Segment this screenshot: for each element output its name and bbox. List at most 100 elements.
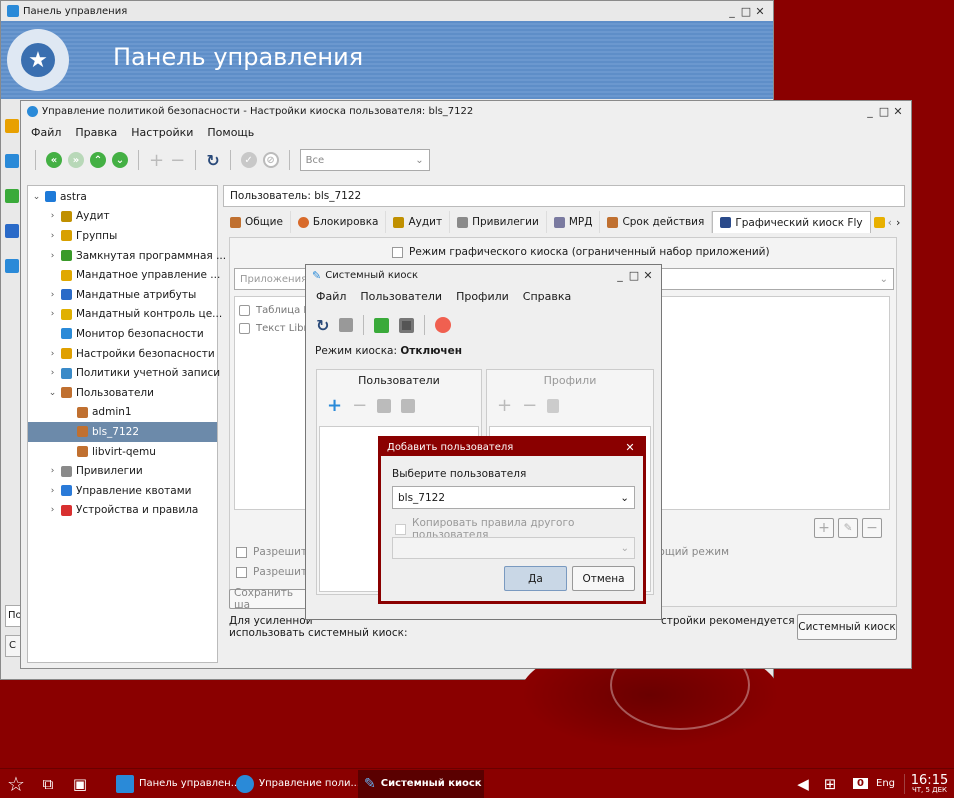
chevron-right-icon[interactable]: › <box>48 486 57 496</box>
ok-button[interactable]: Да <box>504 566 567 591</box>
kiosk-menu-users[interactable]: Пользователи <box>360 290 442 303</box>
edit-profile-icon[interactable] <box>547 398 560 413</box>
tab-audit[interactable]: Аудит <box>386 211 451 233</box>
chevron-down-icon[interactable]: ⌄ <box>48 388 57 398</box>
language-indicator[interactable]: Eng <box>876 778 904 789</box>
tree-item[interactable]: › Замкнутая программная ... <box>28 246 226 266</box>
windows-icon[interactable]: ⧉ <box>32 775 64 793</box>
add-app-button[interactable]: + <box>814 518 834 538</box>
user-select[interactable]: bls_7122 ⌄ <box>392 486 635 509</box>
control-panel-titlebar[interactable]: Панель управления _ □ ✕ <box>1 1 773 21</box>
tree-item[interactable]: bls_7122 <box>28 422 217 442</box>
pause-user-icon[interactable] <box>401 398 416 413</box>
cancel-button[interactable]: Отмена <box>572 566 635 591</box>
add-profile-icon[interactable]: + <box>497 395 512 416</box>
source-user-select[interactable]: ⌄ <box>392 537 635 559</box>
minimize-icon[interactable]: _ <box>613 269 627 282</box>
tree-item[interactable]: › Группы <box>28 226 217 246</box>
menu-help[interactable]: Помощь <box>207 126 254 139</box>
maximize-icon[interactable]: □ <box>739 5 753 18</box>
close-icon[interactable]: ✕ <box>623 441 637 454</box>
menu-edit[interactable]: Правка <box>75 126 117 139</box>
kiosk-titlebar[interactable]: ✎ Системный киоск _ □ ✕ <box>306 265 661 285</box>
notification-badge[interactable]: 0 <box>853 778 868 789</box>
tree-item[interactable]: Монитор безопасности <box>28 324 217 344</box>
tab-scroll-right-icon[interactable]: › <box>896 216 900 229</box>
clock[interactable]: 16:15 ЧТ, 5 ДЕК <box>904 773 954 794</box>
refresh-icon[interactable]: ↻ <box>316 316 329 335</box>
category-icon-5[interactable] <box>5 259 19 273</box>
tab-privileges[interactable]: Привилегии <box>450 211 547 233</box>
kiosk-menu-profiles[interactable]: Профили <box>456 290 509 303</box>
apply-icon[interactable]: ✓ <box>240 152 257 168</box>
chevron-right-icon[interactable]: › <box>48 505 57 515</box>
task-system-kiosk[interactable]: ✎ Системный киоск <box>358 769 484 798</box>
start-menu-icon[interactable]: ☆ <box>0 772 32 796</box>
network-icon[interactable]: ⊞ <box>815 775 845 793</box>
tree-item[interactable]: › Аудит <box>28 207 217 227</box>
chevron-down-icon[interactable]: ⌄ <box>32 192 41 202</box>
close-icon[interactable]: ✕ <box>641 269 655 282</box>
up-icon[interactable]: ⌃ <box>90 152 106 168</box>
allow-checkbox-1[interactable] <box>236 546 247 558</box>
chevron-right-icon[interactable]: › <box>48 231 57 241</box>
policy-titlebar[interactable]: Управление политикой безопасности - Наст… <box>21 101 911 121</box>
tab-expiry[interactable]: Срок действия <box>600 211 713 233</box>
maximize-icon[interactable]: □ <box>627 269 641 282</box>
play-user-icon[interactable] <box>377 398 392 413</box>
allow-checkbox-2[interactable] <box>236 566 247 578</box>
kiosk-menu-file[interactable]: Файл <box>316 290 346 303</box>
dialog-titlebar[interactable]: Добавить пользователя ✕ <box>381 439 643 456</box>
refresh-icon[interactable]: ↻ <box>206 151 219 170</box>
tree-item[interactable]: › Устройства и правила <box>28 501 217 521</box>
copy-rules-checkbox[interactable] <box>395 523 406 535</box>
tree-item[interactable]: › Настройки безопасности <box>28 344 217 364</box>
remove-icon[interactable]: − <box>170 150 185 171</box>
kiosk-mode-checkbox[interactable] <box>392 246 403 258</box>
tree-item[interactable]: › Управление квотами <box>28 481 217 501</box>
volume-icon[interactable]: ◀ <box>791 775 815 793</box>
minimize-icon[interactable]: _ <box>725 5 739 18</box>
minimize-icon[interactable]: _ <box>863 105 877 118</box>
save-template-button[interactable]: Сохранить ша <box>229 587 309 611</box>
tree-item[interactable]: admin1 <box>28 403 217 423</box>
remove-profile-icon[interactable]: − <box>522 395 537 416</box>
tab-lock[interactable]: Блокировка <box>291 211 387 233</box>
task-control-panel[interactable]: Панель управлен... <box>110 770 240 798</box>
remove-user-icon[interactable]: − <box>352 395 367 416</box>
kiosk-menu-help[interactable]: Справка <box>523 290 571 303</box>
task-policy[interactable]: Управление поли... <box>230 770 360 798</box>
down-icon[interactable]: ⌄ <box>112 152 128 168</box>
chevron-right-icon[interactable]: › <box>48 368 57 378</box>
close-icon[interactable]: ✕ <box>891 105 905 118</box>
tab-more[interactable] <box>871 211 888 233</box>
add-icon[interactable]: + <box>149 150 164 171</box>
category-icon-3[interactable] <box>5 189 19 203</box>
menu-settings[interactable]: Настройки <box>131 126 193 139</box>
add-user-icon[interactable]: + <box>327 395 342 416</box>
remove-app-button[interactable]: − <box>862 518 882 538</box>
menu-file[interactable]: Файл <box>31 126 61 139</box>
maximize-icon[interactable]: □ <box>877 105 891 118</box>
tree-item[interactable]: libvirt-qemu <box>28 442 217 462</box>
edit-app-button[interactable]: ✎ <box>838 518 858 538</box>
start-icon[interactable] <box>374 317 390 333</box>
tree-item[interactable]: › Мандатный контроль це... <box>28 305 223 325</box>
stop-icon[interactable] <box>399 317 415 333</box>
chevron-right-icon[interactable]: › <box>48 251 57 261</box>
chevron-right-icon[interactable]: › <box>48 349 57 359</box>
category-icon-1[interactable] <box>5 119 19 133</box>
save-icon[interactable] <box>339 318 354 332</box>
filter-select[interactable]: Все ⌄ <box>299 149 430 171</box>
tree-item[interactable]: Мандатное управление ... <box>28 265 220 285</box>
tree-item[interactable]: › Мандатные атрибуты <box>28 285 217 305</box>
tree-item[interactable]: › Привилегии <box>28 461 217 481</box>
cancel-icon[interactable]: ⊘ <box>262 152 279 168</box>
tree-item[interactable]: ⌄ astra <box>28 187 217 207</box>
category-icon-2[interactable] <box>5 154 19 168</box>
tree-item[interactable]: ⌄ Пользователи <box>28 383 217 403</box>
folder-icon[interactable]: ▣ <box>64 775 96 793</box>
tree-item[interactable]: › Политики учетной записи <box>28 363 220 383</box>
tab-scroll-left-icon[interactable]: ‹ <box>888 216 892 229</box>
last-icon[interactable]: » <box>68 152 84 168</box>
